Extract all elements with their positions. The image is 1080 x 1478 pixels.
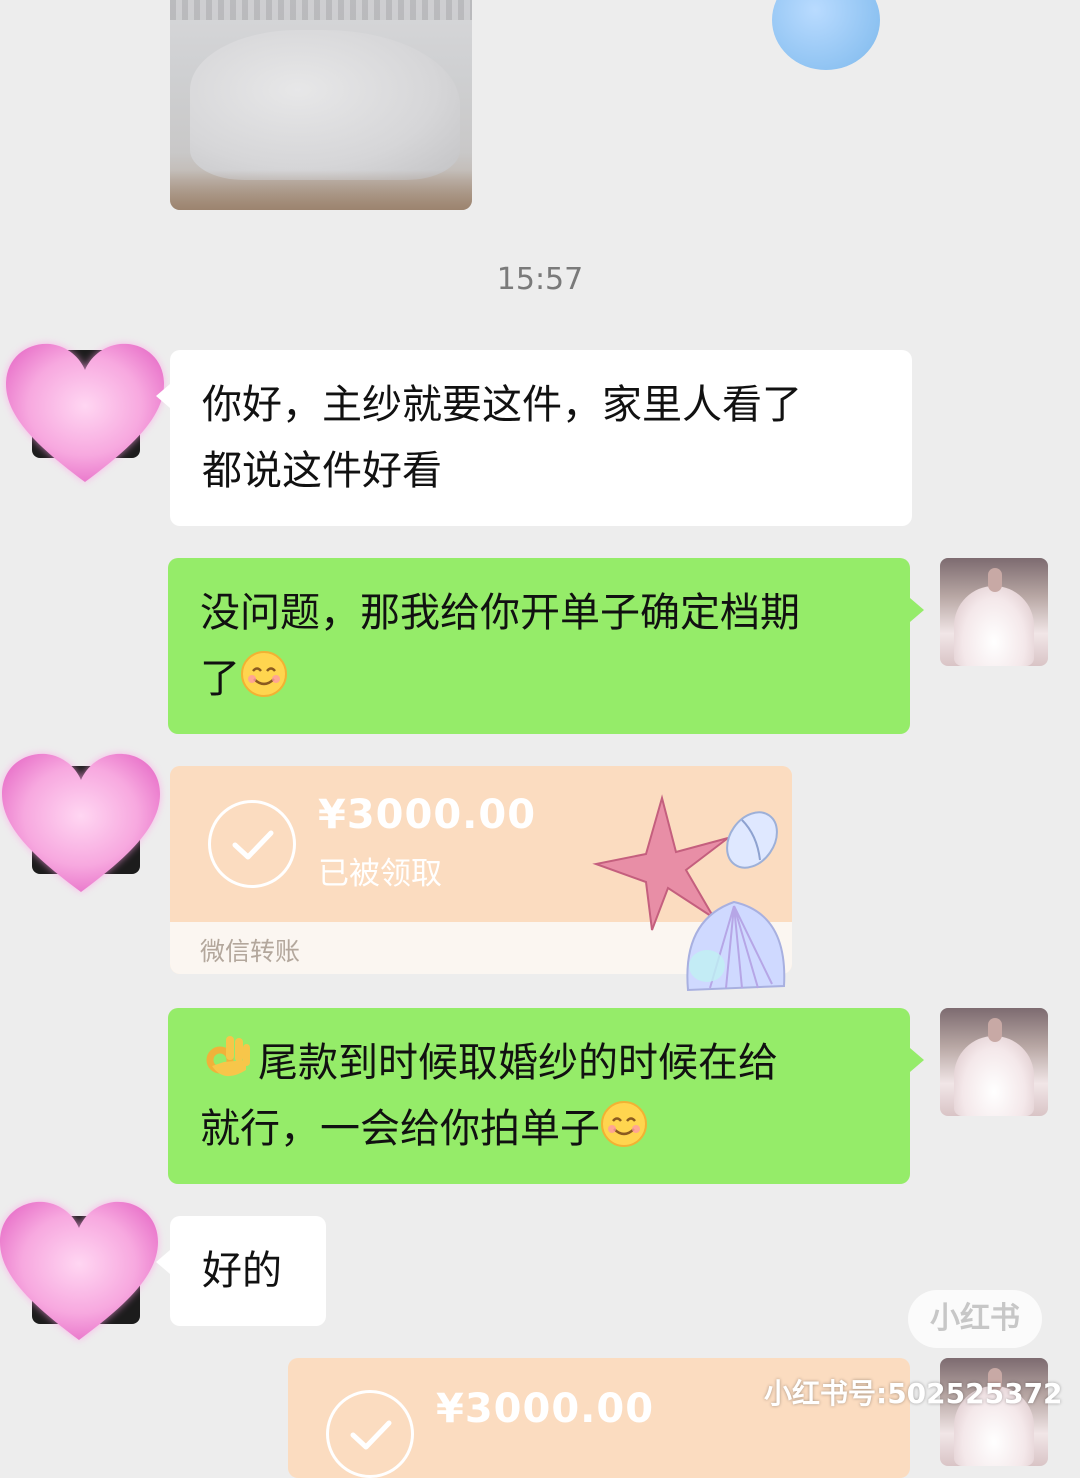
- message-text-line: 了: [200, 656, 240, 702]
- message-text-line: 你好，主纱就要这件，家里人看了: [202, 382, 802, 428]
- heart-avatar-frame-icon: [6, 343, 164, 482]
- message-text-line: 好的: [202, 1248, 282, 1294]
- ok-hand-emoji-icon: [206, 1036, 250, 1077]
- avatar-bride: [954, 586, 1034, 666]
- message-timestamp: 15:57: [496, 262, 584, 297]
- transfer-amount: ¥3000.00: [318, 792, 537, 838]
- decorative-blue-bubble: [772, 0, 880, 70]
- transfer-amount: ¥3000.00: [436, 1386, 655, 1432]
- image-window-detail: [170, 0, 472, 20]
- image-message[interactable]: [170, 0, 472, 210]
- smile-emoji-icon: [241, 651, 287, 697]
- xiaohongshu-id-watermark: 小红书号:502525372: [764, 1377, 1063, 1410]
- smile-emoji-icon: [601, 1101, 647, 1147]
- avatar-figure: [988, 568, 1002, 592]
- image-floor: [170, 170, 472, 210]
- transfer-label: 微信转账: [200, 937, 301, 966]
- seashell-starfish-sticker-icon: [592, 794, 786, 992]
- my-avatar[interactable]: [940, 1008, 1048, 1116]
- message-text-line: 就行，一会给你拍单子: [200, 1106, 600, 1152]
- received-message-bubble[interactable]: 好的: [156, 1216, 326, 1326]
- sent-message-bubble[interactable]: 没问题，那我给你开单子确定档期 了: [168, 558, 924, 734]
- sent-message-bubble[interactable]: 尾款到时候取婚纱的时候在给 就行，一会给你拍单子: [168, 1008, 924, 1184]
- transfer-status: 已被领取: [318, 856, 442, 892]
- received-check-icon: [326, 1390, 414, 1478]
- heart-avatar-frame-icon: [2, 753, 160, 892]
- heart-avatar-frame-icon: [0, 1201, 158, 1340]
- avatar-bride: [954, 1036, 1034, 1116]
- message-text-line: 尾款到时候取婚纱的时候在给: [258, 1040, 778, 1086]
- avatar-figure: [988, 1018, 1002, 1042]
- message-text-line: 没问题，那我给你开单子确定档期: [200, 590, 800, 636]
- received-message-bubble[interactable]: 你好，主纱就要这件，家里人看了 都说这件好看: [156, 350, 912, 526]
- received-check-icon: [208, 800, 296, 888]
- image-dress: [190, 30, 460, 180]
- message-text-line: 都说这件好看: [202, 448, 442, 494]
- xiaohongshu-logo: 小红书: [908, 1290, 1042, 1348]
- my-avatar[interactable]: [940, 558, 1048, 666]
